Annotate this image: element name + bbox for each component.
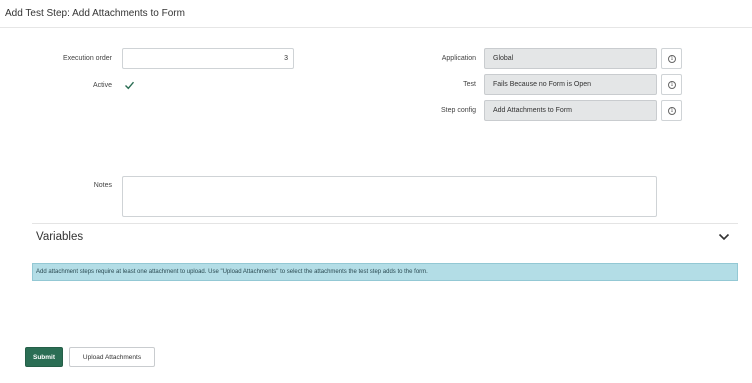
info-notice: Add attachment steps require at least on… [32, 263, 738, 281]
test-info-button[interactable]: i [661, 74, 682, 95]
application-label: Application [441, 55, 476, 62]
info-icon: i [668, 107, 676, 115]
application-value: Global [493, 55, 514, 62]
active-label: Active [92, 82, 112, 89]
step-config-label: Step config [440, 107, 476, 114]
notes-textarea[interactable] [122, 176, 657, 217]
page-title: Add Test Step: Add Attachments to Form [5, 8, 185, 19]
info-icon: i [668, 81, 676, 89]
step-config-info-button[interactable]: i [661, 100, 682, 121]
step-config-field: Add Attachments to Form [484, 100, 657, 121]
variables-title: Variables [36, 231, 84, 243]
info-notice-text: Add attachment steps require at least on… [36, 269, 428, 275]
step-config-value: Add Attachments to Form [493, 107, 572, 114]
test-value: Fails Because no Form is Open [493, 81, 592, 88]
check-icon [125, 81, 135, 90]
active-checkbox[interactable] [124, 80, 135, 91]
test-field: Fails Because no Form is Open [484, 74, 657, 95]
upload-attachments-button[interactable]: Upload Attachments [69, 347, 155, 367]
execution-order-label: Execution order [62, 55, 112, 62]
section-divider [32, 223, 738, 224]
execution-order-input[interactable]: 3 [122, 48, 294, 69]
application-info-button[interactable]: i [661, 48, 682, 69]
notes-label: Notes [93, 182, 112, 189]
test-label: Test [463, 81, 476, 88]
application-field: Global [484, 48, 657, 69]
submit-button[interactable]: Submit [25, 347, 63, 367]
execution-order-value: 3 [284, 55, 288, 62]
page-header: Add Test Step: Add Attachments to Form [0, 0, 752, 28]
info-icon: i [668, 55, 676, 63]
chevron-down-icon[interactable] [718, 233, 730, 241]
